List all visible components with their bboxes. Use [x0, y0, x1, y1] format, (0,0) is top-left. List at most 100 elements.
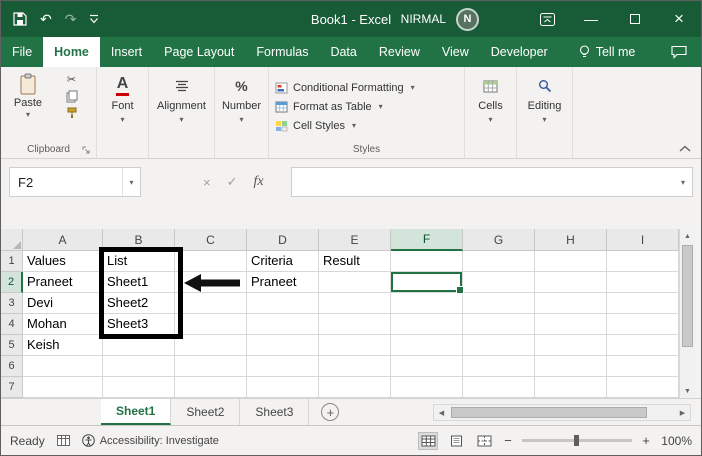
cell-G4[interactable] — [463, 314, 535, 335]
new-sheet-button[interactable]: + — [321, 403, 340, 421]
row-header-4[interactable]: 4 — [1, 314, 23, 335]
row-header-2[interactable]: 2 — [1, 272, 23, 293]
row-header-3[interactable]: 3 — [1, 293, 23, 314]
font-group-button[interactable]: A Font ▾ — [97, 67, 149, 158]
cell-B5[interactable] — [103, 335, 175, 356]
cell-F2[interactable] — [391, 272, 464, 294]
cell-H5[interactable] — [535, 335, 607, 356]
cell-G7[interactable] — [463, 377, 535, 398]
horizontal-scroll-thumb[interactable] — [451, 407, 647, 418]
paste-button[interactable]: Paste ▾ — [5, 71, 51, 142]
close-button[interactable]: × — [657, 1, 701, 37]
column-header-A[interactable]: A — [23, 229, 103, 251]
column-header-I[interactable]: I — [607, 229, 679, 251]
cell-E5[interactable] — [319, 335, 391, 356]
cell-D4[interactable] — [247, 314, 319, 335]
avatar[interactable]: N — [456, 7, 479, 31]
expand-formula-bar-icon[interactable]: ▾ — [674, 168, 692, 196]
cell-C7[interactable] — [175, 377, 247, 398]
cell-E3[interactable] — [319, 293, 391, 314]
cell-D1[interactable]: Criteria — [247, 251, 319, 272]
cell-C2[interactable] — [175, 272, 247, 293]
alignment-group-button[interactable]: Alignment ▾ — [149, 67, 215, 158]
sheet-tab-sheet2[interactable]: Sheet2 — [171, 399, 241, 425]
cell-I2[interactable] — [607, 272, 679, 293]
cell-I6[interactable] — [607, 356, 679, 377]
cell-D3[interactable] — [247, 293, 319, 314]
tab-file[interactable]: File — [1, 37, 43, 67]
cell-A6[interactable] — [23, 356, 103, 377]
column-header-D[interactable]: D — [247, 229, 319, 251]
cell-B7[interactable] — [103, 377, 175, 398]
zoom-out-icon[interactable]: − — [502, 433, 514, 448]
cell-B2[interactable]: Sheet1 — [103, 272, 175, 293]
tab-data[interactable]: Data — [319, 37, 367, 67]
save-icon[interactable] — [13, 12, 27, 26]
scroll-down-icon[interactable]: ▼ — [680, 384, 695, 398]
row-header-5[interactable]: 5 — [1, 335, 23, 356]
row-header-6[interactable]: 6 — [1, 356, 23, 377]
cut-icon[interactable]: ✂ — [67, 75, 76, 86]
cell-H1[interactable] — [535, 251, 607, 272]
tell-me-button[interactable]: Tell me — [569, 37, 646, 67]
cell-G2[interactable] — [463, 272, 535, 293]
cell-G6[interactable] — [463, 356, 535, 377]
name-box-caret-icon[interactable]: ▾ — [122, 168, 140, 196]
tab-review[interactable]: Review — [368, 37, 431, 67]
dialog-launcher-icon[interactable] — [82, 146, 91, 155]
cell-E4[interactable] — [319, 314, 391, 335]
cell-G5[interactable] — [463, 335, 535, 356]
format-painter-icon[interactable] — [66, 107, 78, 119]
tab-home[interactable]: Home — [43, 37, 100, 67]
macro-record-icon[interactable] — [56, 435, 70, 446]
customize-quick-access-icon[interactable] — [89, 14, 99, 24]
zoom-level[interactable]: 100% — [660, 434, 692, 448]
minimize-button[interactable]: — — [569, 1, 613, 37]
cell-I3[interactable] — [607, 293, 679, 314]
cell-D6[interactable] — [247, 356, 319, 377]
cell-B4[interactable]: Sheet3 — [103, 314, 175, 335]
cell-F1[interactable] — [391, 251, 463, 272]
name-box[interactable]: F2 ▾ — [9, 167, 141, 197]
column-header-F[interactable]: F — [391, 229, 463, 251]
cell-F3[interactable] — [391, 293, 463, 314]
scroll-right-icon[interactable]: ▶ — [675, 405, 690, 420]
horizontal-scrollbar[interactable]: ◀ ▶ — [433, 404, 691, 421]
select-all-corner[interactable] — [1, 229, 23, 251]
column-header-E[interactable]: E — [319, 229, 391, 251]
cell-A7[interactable] — [23, 377, 103, 398]
accessibility-status-button[interactable]: Accessibility: Investigate — [81, 434, 219, 447]
cell-I7[interactable] — [607, 377, 679, 398]
undo-icon[interactable]: ↶ — [40, 12, 52, 26]
cell-B6[interactable] — [103, 356, 175, 377]
cell-H4[interactable] — [535, 314, 607, 335]
zoom-slider[interactable] — [522, 435, 632, 446]
cell-G3[interactable] — [463, 293, 535, 314]
copy-icon[interactable] — [66, 90, 78, 103]
cell-A1[interactable]: Values — [23, 251, 103, 272]
insert-function-icon[interactable]: fx — [254, 174, 264, 190]
cells-group-button[interactable]: Cells ▾ — [465, 67, 517, 158]
cell-B1[interactable]: List — [103, 251, 175, 272]
cell-H6[interactable] — [535, 356, 607, 377]
scroll-left-icon[interactable]: ◀ — [434, 405, 449, 420]
comment-icon[interactable] — [671, 45, 687, 59]
zoom-slider-thumb[interactable] — [574, 435, 579, 446]
cell-B3[interactable]: Sheet2 — [103, 293, 175, 314]
sheet-tab-sheet3[interactable]: Sheet3 — [240, 399, 310, 425]
cell-E6[interactable] — [319, 356, 391, 377]
scroll-up-icon[interactable]: ▲ — [680, 229, 695, 243]
account-name[interactable]: NIRMAL — [401, 12, 446, 26]
editing-group-button[interactable]: Editing ▾ — [517, 67, 573, 158]
cell-F7[interactable] — [391, 377, 463, 398]
column-header-H[interactable]: H — [535, 229, 607, 251]
conditional-formatting-button[interactable]: Conditional Formatting ▾ — [275, 79, 458, 97]
cell-D2[interactable]: Praneet — [247, 272, 319, 293]
cell-A5[interactable]: Keish — [23, 335, 103, 356]
cell-C1[interactable] — [175, 251, 247, 272]
formula-input[interactable]: ▾ — [291, 167, 693, 197]
cell-A4[interactable]: Mohan — [23, 314, 103, 335]
cell-A3[interactable]: Devi — [23, 293, 103, 314]
redo-icon[interactable]: ↷ — [65, 12, 77, 26]
maximize-button[interactable] — [613, 1, 657, 37]
